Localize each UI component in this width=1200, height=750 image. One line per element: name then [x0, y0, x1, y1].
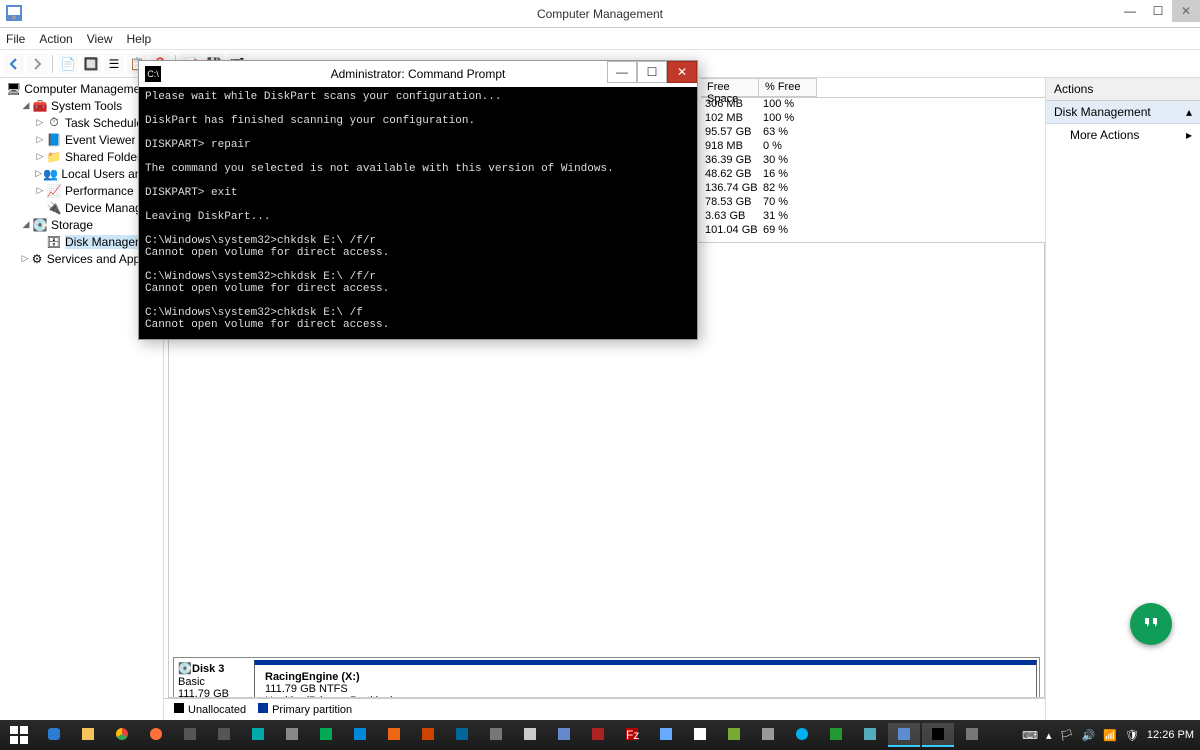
toolbar-button[interactable]: 🔲: [81, 54, 101, 74]
forward-button[interactable]: [27, 54, 47, 74]
menu-file[interactable]: File: [6, 32, 25, 46]
taskbar-app[interactable]: [752, 723, 784, 747]
minimize-button[interactable]: —: [1116, 0, 1144, 22]
tray-volume-icon[interactable]: 📶: [1103, 729, 1117, 742]
taskbar-app-explorer[interactable]: [72, 723, 104, 747]
taskbar-app[interactable]: [956, 723, 988, 747]
taskbar-app[interactable]: [310, 723, 342, 747]
tray-network-icon[interactable]: 🔊: [1082, 729, 1096, 742]
taskbar-app-chrome[interactable]: [106, 723, 138, 747]
taskbar-app[interactable]: [718, 723, 750, 747]
taskbar-app[interactable]: [514, 723, 546, 747]
volume-row[interactable]: 102 MB100 %: [701, 112, 1045, 126]
actions-header: Actions: [1046, 78, 1200, 101]
window-titlebar: Computer Management — ☐ ✕: [0, 0, 1200, 28]
taskbar-app[interactable]: [208, 723, 240, 747]
cmd-titlebar[interactable]: C:\ Administrator: Command Prompt — ☐ ✕: [139, 61, 697, 87]
menu-action[interactable]: Action: [39, 32, 72, 46]
column-pct-free[interactable]: % Free: [759, 78, 817, 97]
taskbar-app[interactable]: [344, 723, 376, 747]
legend: Unallocated Primary partition: [164, 698, 1045, 720]
taskbar-app[interactable]: [582, 723, 614, 747]
partition[interactable]: RacingEngine (X:) 111.79 GB NTFS Healthy…: [254, 660, 1037, 698]
disk-block[interactable]: 💽Disk 3 Basic 111.79 GB Online RacingEng…: [173, 657, 1040, 698]
cmd-title: Administrator: Command Prompt: [331, 67, 506, 81]
actions-section[interactable]: Disk Management▴: [1046, 101, 1200, 124]
command-prompt-window[interactable]: C:\ Administrator: Command Prompt — ☐ ✕ …: [138, 60, 698, 340]
taskbar-app-cmd[interactable]: [922, 723, 954, 747]
volume-row[interactable]: 3.63 GB31 %: [701, 210, 1045, 224]
taskbar-app-ie[interactable]: [38, 723, 70, 747]
toolbar-button[interactable]: 📄: [58, 54, 78, 74]
volume-list-header[interactable]: Free Space % Free: [701, 78, 1045, 98]
cmd-close-button[interactable]: ✕: [667, 61, 697, 83]
cmd-output[interactable]: Please wait while DiskPart scans your co…: [139, 87, 697, 339]
menubar: File Action View Help: [0, 28, 1200, 50]
taskbar-app[interactable]: [548, 723, 580, 747]
taskbar-clock[interactable]: 12:26 PM: [1147, 729, 1194, 741]
taskbar-app[interactable]: [276, 723, 308, 747]
disk-info: 💽Disk 3 Basic 111.79 GB Online: [174, 658, 252, 698]
taskbar-app[interactable]: [174, 723, 206, 747]
maximize-button[interactable]: ☐: [1144, 0, 1172, 22]
legend-unallocated: Unallocated: [188, 704, 246, 716]
taskbar-app[interactable]: [378, 723, 410, 747]
toolbar-button[interactable]: ☰: [104, 54, 124, 74]
taskbar-app[interactable]: [480, 723, 512, 747]
column-free-space[interactable]: Free Space: [701, 78, 759, 97]
volume-row[interactable]: 306 MB100 %: [701, 98, 1045, 112]
hangouts-bubble[interactable]: [1130, 603, 1172, 645]
taskbar-app-skype[interactable]: [786, 723, 818, 747]
window-title: Computer Management: [537, 7, 663, 21]
taskbar-apps: Fz: [38, 723, 1016, 747]
tray-icon[interactable]: ⌨: [1022, 729, 1038, 742]
collapse-icon: ▴: [1186, 105, 1192, 119]
cmd-minimize-button[interactable]: —: [607, 61, 637, 83]
close-button[interactable]: ✕: [1172, 0, 1200, 22]
system-tray[interactable]: ⌨ ▴ 🏳 🔊 📶 🛡 12:26 PM: [1016, 729, 1200, 742]
separator: [52, 55, 53, 73]
chevron-right-icon: ▸: [1186, 128, 1192, 142]
taskbar-app[interactable]: [412, 723, 444, 747]
volume-row[interactable]: 95.57 GB63 %: [701, 126, 1045, 140]
actions-pane: Actions Disk Management▴ More Actions▸: [1046, 78, 1200, 720]
start-button[interactable]: [0, 720, 38, 750]
menu-help[interactable]: Help: [127, 32, 152, 46]
back-button[interactable]: [4, 54, 24, 74]
volume-row[interactable]: 101.04 GB69 %: [701, 224, 1045, 238]
tray-shield-icon[interactable]: 🛡: [1125, 729, 1139, 742]
cmd-icon: C:\: [145, 66, 161, 82]
legend-primary: Primary partition: [272, 704, 352, 716]
taskbar-app[interactable]: [684, 723, 716, 747]
cmd-maximize-button[interactable]: ☐: [637, 61, 667, 83]
taskbar-app-firefox[interactable]: [140, 723, 172, 747]
tray-chevron-icon[interactable]: ▴: [1046, 729, 1052, 742]
volume-row[interactable]: 918 MB0 %: [701, 140, 1045, 154]
menu-view[interactable]: View: [87, 32, 113, 46]
volume-row[interactable]: 48.62 GB16 %: [701, 168, 1045, 182]
taskbar-app-compmgmt[interactable]: [888, 723, 920, 747]
taskbar-app[interactable]: [854, 723, 886, 747]
taskbar[interactable]: Fz ⌨ ▴ 🏳 🔊 📶 🛡 12:26 PM: [0, 720, 1200, 750]
tray-flag-icon[interactable]: 🏳: [1060, 729, 1074, 742]
volume-row[interactable]: 136.74 GB82 %: [701, 182, 1045, 196]
taskbar-app[interactable]: [446, 723, 478, 747]
app-icon: [6, 5, 22, 21]
volume-list[interactable]: 306 MB100 %102 MB100 %95.57 GB63 %918 MB…: [701, 98, 1045, 238]
volume-row[interactable]: 36.39 GB30 %: [701, 154, 1045, 168]
taskbar-app[interactable]: [820, 723, 852, 747]
volume-row[interactable]: 78.53 GB70 %: [701, 196, 1045, 210]
actions-more[interactable]: More Actions▸: [1046, 124, 1200, 146]
taskbar-app[interactable]: [650, 723, 682, 747]
taskbar-app-filezilla[interactable]: Fz: [616, 723, 648, 747]
taskbar-app[interactable]: [242, 723, 274, 747]
